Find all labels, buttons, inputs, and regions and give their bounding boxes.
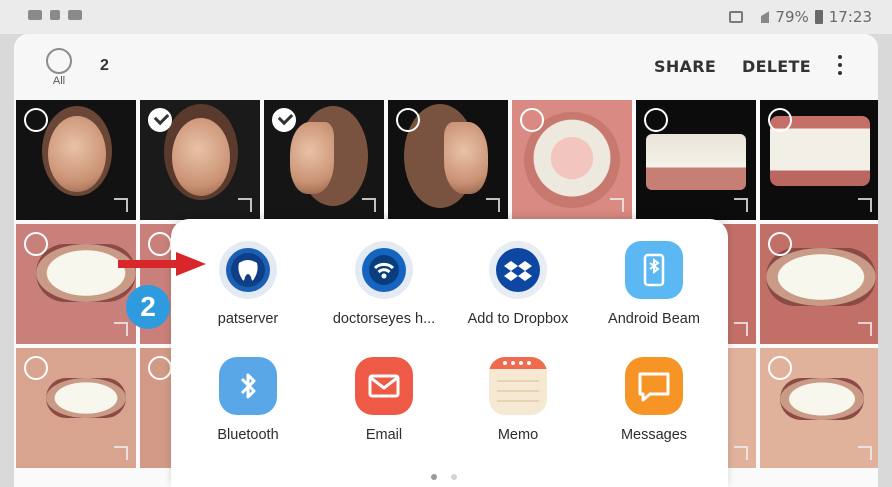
page-dot bbox=[451, 474, 457, 480]
select-checkbox[interactable] bbox=[24, 108, 48, 132]
delete-button[interactable]: DELETE bbox=[742, 57, 811, 76]
photo-thumbnail[interactable] bbox=[16, 100, 136, 220]
dropbox-icon bbox=[489, 241, 547, 299]
share-button[interactable]: SHARE bbox=[654, 57, 716, 76]
share-app-email[interactable]: Email bbox=[319, 357, 449, 443]
expand-icon[interactable] bbox=[734, 446, 748, 460]
select-checkbox[interactable] bbox=[520, 108, 544, 132]
share-sheet: patserver doctorseyes h... Add to Dropbo… bbox=[171, 219, 728, 487]
signal-icon bbox=[749, 11, 770, 23]
android-beam-icon bbox=[625, 241, 683, 299]
clock: 17:23 bbox=[828, 8, 872, 26]
expand-icon[interactable] bbox=[114, 322, 128, 336]
app-label: patserver bbox=[217, 311, 279, 327]
share-app-android-beam[interactable]: Android Beam bbox=[589, 241, 719, 327]
photo-thumbnail[interactable] bbox=[512, 100, 632, 220]
battery-icon bbox=[814, 10, 823, 24]
expand-icon[interactable] bbox=[734, 198, 748, 212]
expand-icon[interactable] bbox=[858, 446, 872, 460]
select-checkbox[interactable] bbox=[148, 108, 172, 132]
select-checkbox[interactable] bbox=[644, 108, 668, 132]
page-dot-active bbox=[431, 474, 437, 480]
photo-thumbnail[interactable] bbox=[140, 100, 260, 220]
status-bar: 79% 17:23 bbox=[0, 0, 892, 34]
app-label: Android Beam bbox=[608, 311, 700, 327]
select-all-toggle[interactable]: All bbox=[44, 48, 74, 87]
expand-icon[interactable] bbox=[486, 198, 500, 212]
app-label: doctorseyes h... bbox=[332, 311, 436, 327]
share-app-memo[interactable]: Memo bbox=[453, 357, 583, 443]
expand-icon[interactable] bbox=[114, 446, 128, 460]
expand-icon[interactable] bbox=[362, 198, 376, 212]
usb-icon bbox=[50, 10, 60, 20]
expand-icon[interactable] bbox=[858, 198, 872, 212]
select-checkbox[interactable] bbox=[148, 356, 172, 380]
selected-count: 2 bbox=[100, 57, 109, 74]
select-all-checkbox[interactable] bbox=[46, 48, 72, 74]
wifi-icon bbox=[355, 241, 413, 299]
select-checkbox[interactable] bbox=[768, 356, 792, 380]
select-checkbox[interactable] bbox=[396, 108, 420, 132]
app-label: Add to Dropbox bbox=[467, 311, 569, 327]
step-badge: 2 bbox=[126, 285, 170, 329]
photo-thumbnail[interactable] bbox=[16, 348, 136, 468]
share-app-dropbox[interactable]: Add to Dropbox bbox=[453, 241, 583, 327]
notification-icons bbox=[28, 10, 82, 20]
battery-percent: 79% bbox=[775, 8, 809, 26]
expand-icon[interactable] bbox=[114, 198, 128, 212]
share-app-bluetooth[interactable]: Bluetooth bbox=[183, 357, 313, 443]
page-indicator bbox=[431, 474, 457, 480]
select-checkbox[interactable] bbox=[24, 356, 48, 380]
app-label: Messages bbox=[620, 427, 688, 443]
expand-icon[interactable] bbox=[858, 322, 872, 336]
more-vert-icon[interactable] bbox=[832, 52, 848, 80]
system-status: 79% 17:23 bbox=[729, 8, 872, 26]
select-checkbox[interactable] bbox=[768, 108, 792, 132]
mail-icon bbox=[355, 357, 413, 415]
video-icon bbox=[68, 10, 82, 20]
expand-icon[interactable] bbox=[734, 322, 748, 336]
share-app-messages[interactable]: Messages bbox=[589, 357, 719, 443]
message-icon bbox=[625, 357, 683, 415]
photo-thumbnail[interactable] bbox=[264, 100, 384, 220]
expand-icon[interactable] bbox=[238, 198, 252, 212]
app-label: Memo bbox=[497, 427, 539, 443]
select-checkbox[interactable] bbox=[272, 108, 296, 132]
screen-mirror-icon bbox=[729, 11, 744, 23]
share-app-doctorseyes[interactable]: doctorseyes h... bbox=[319, 241, 449, 327]
photo-thumbnail[interactable] bbox=[760, 348, 878, 468]
photo-thumbnail[interactable] bbox=[388, 100, 508, 220]
photo-thumbnail[interactable] bbox=[760, 100, 878, 220]
bluetooth-icon bbox=[219, 357, 277, 415]
select-all-label: All bbox=[52, 75, 66, 87]
memo-icon bbox=[489, 357, 547, 415]
expand-icon[interactable] bbox=[610, 198, 624, 212]
select-checkbox[interactable] bbox=[24, 232, 48, 256]
app-label: Bluetooth bbox=[217, 427, 279, 443]
tooth-icon bbox=[219, 241, 277, 299]
photo-thumbnail[interactable] bbox=[16, 224, 136, 344]
red-arrow-icon bbox=[118, 252, 206, 276]
select-checkbox[interactable] bbox=[768, 232, 792, 256]
photo-thumbnail[interactable] bbox=[760, 224, 878, 344]
app-label: Email bbox=[365, 427, 403, 443]
selection-toolbar: All 2 SHARE DELETE bbox=[14, 34, 878, 100]
video-icon bbox=[28, 10, 42, 20]
photo-thumbnail[interactable] bbox=[636, 100, 756, 220]
